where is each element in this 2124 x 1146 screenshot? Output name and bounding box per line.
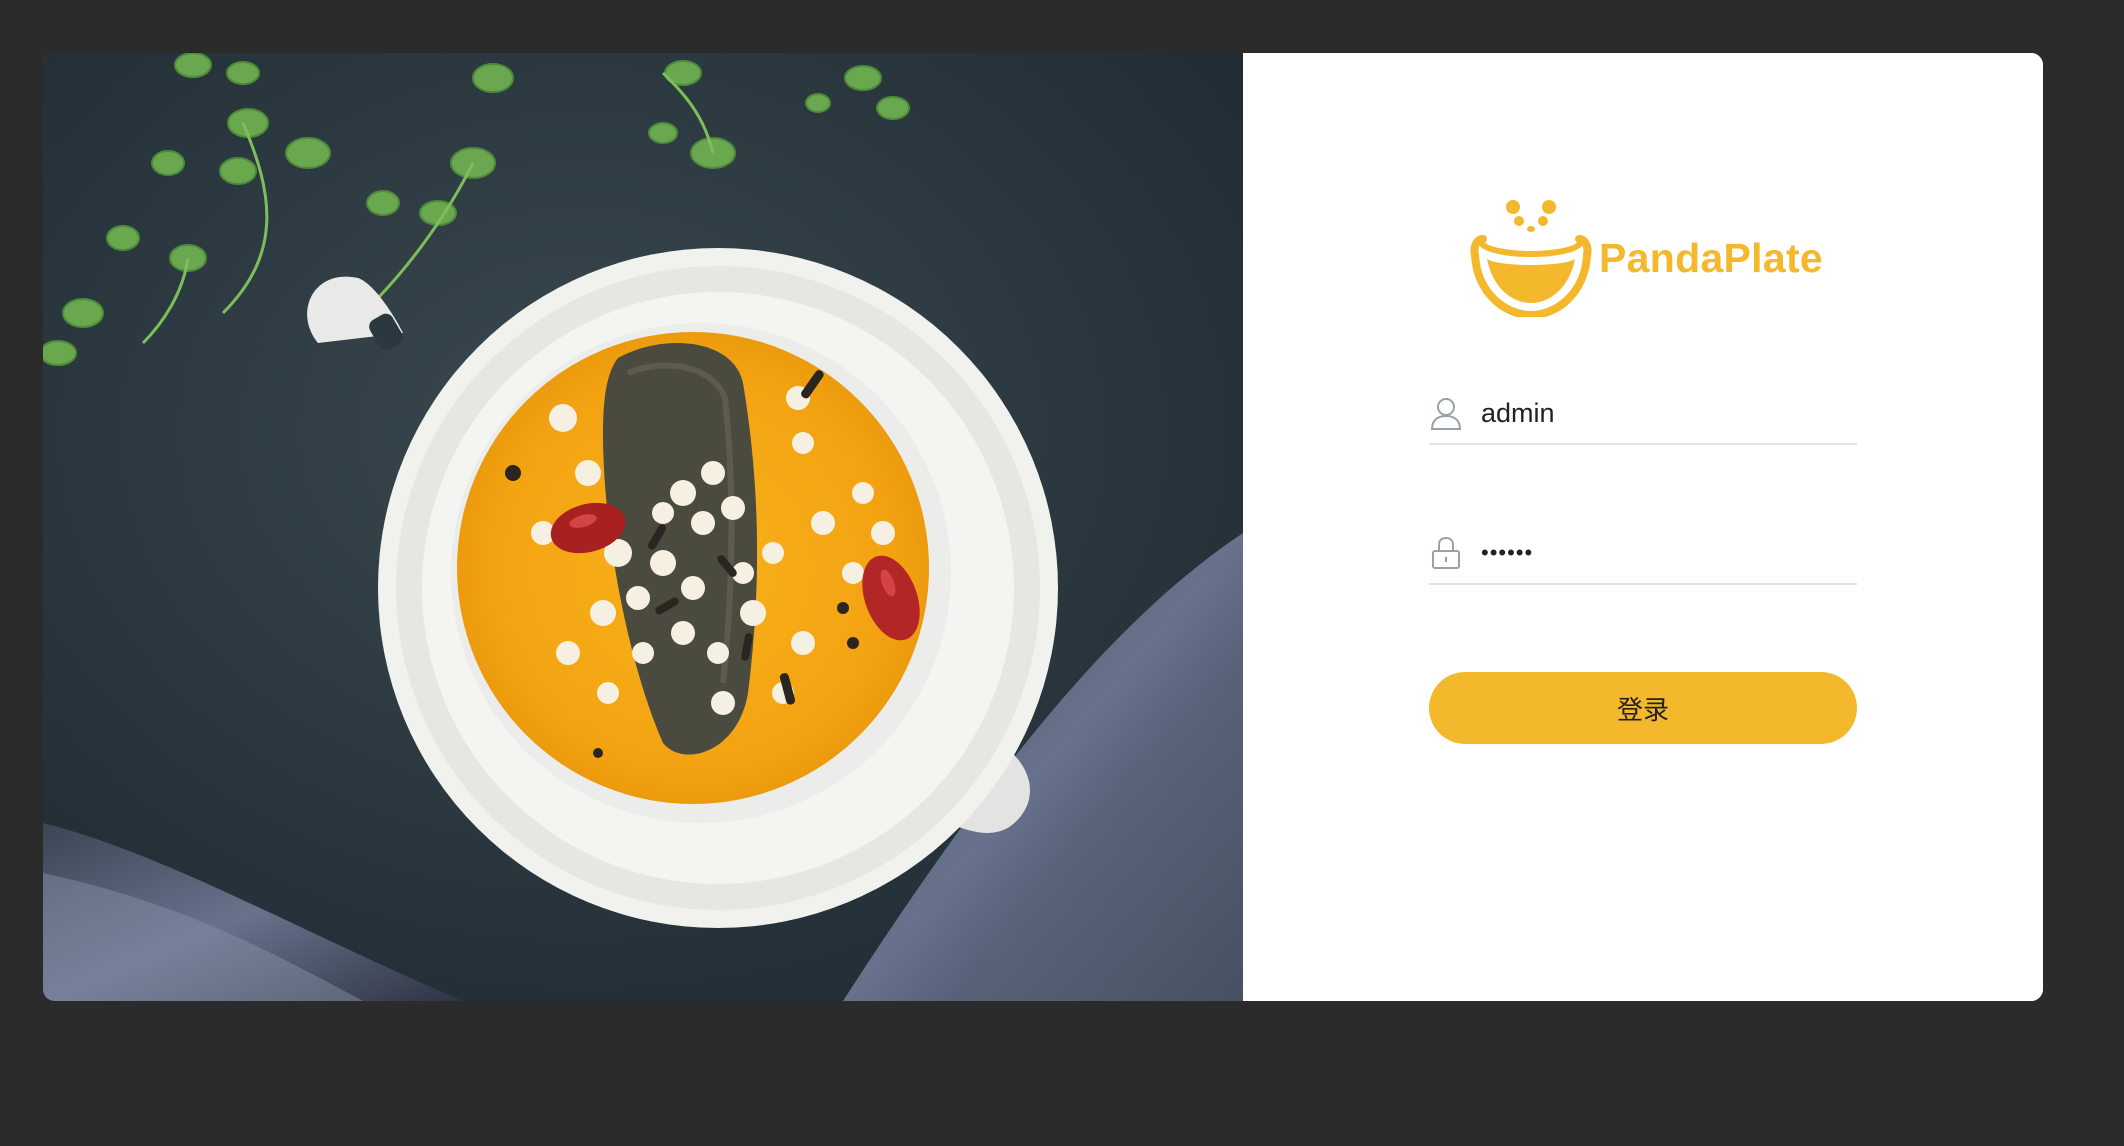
- login-page: PandaPlate admin •••••• 登录: [0, 0, 2124, 1146]
- password-field: [1429, 523, 1857, 585]
- login-panel: PandaPlate admin •••••• 登录: [1243, 53, 2043, 1001]
- panda-logo-icon: [1470, 200, 1592, 317]
- brand-name: PandaPlate: [1599, 234, 1824, 281]
- username-field: [1429, 383, 1857, 445]
- hero-image: [43, 53, 1243, 1001]
- login-card: PandaPlate admin •••••• 登录: [43, 53, 2043, 1001]
- login-button[interactable]: 登录: [1429, 672, 1857, 744]
- user-icon: [1429, 395, 1463, 431]
- lock-icon: [1429, 535, 1463, 571]
- brand-logo: PandaPlate: [1469, 193, 1823, 317]
- password-input[interactable]: [1481, 540, 1841, 566]
- username-input[interactable]: [1481, 397, 1841, 429]
- soup-bowl-illustration: [43, 53, 1243, 1001]
